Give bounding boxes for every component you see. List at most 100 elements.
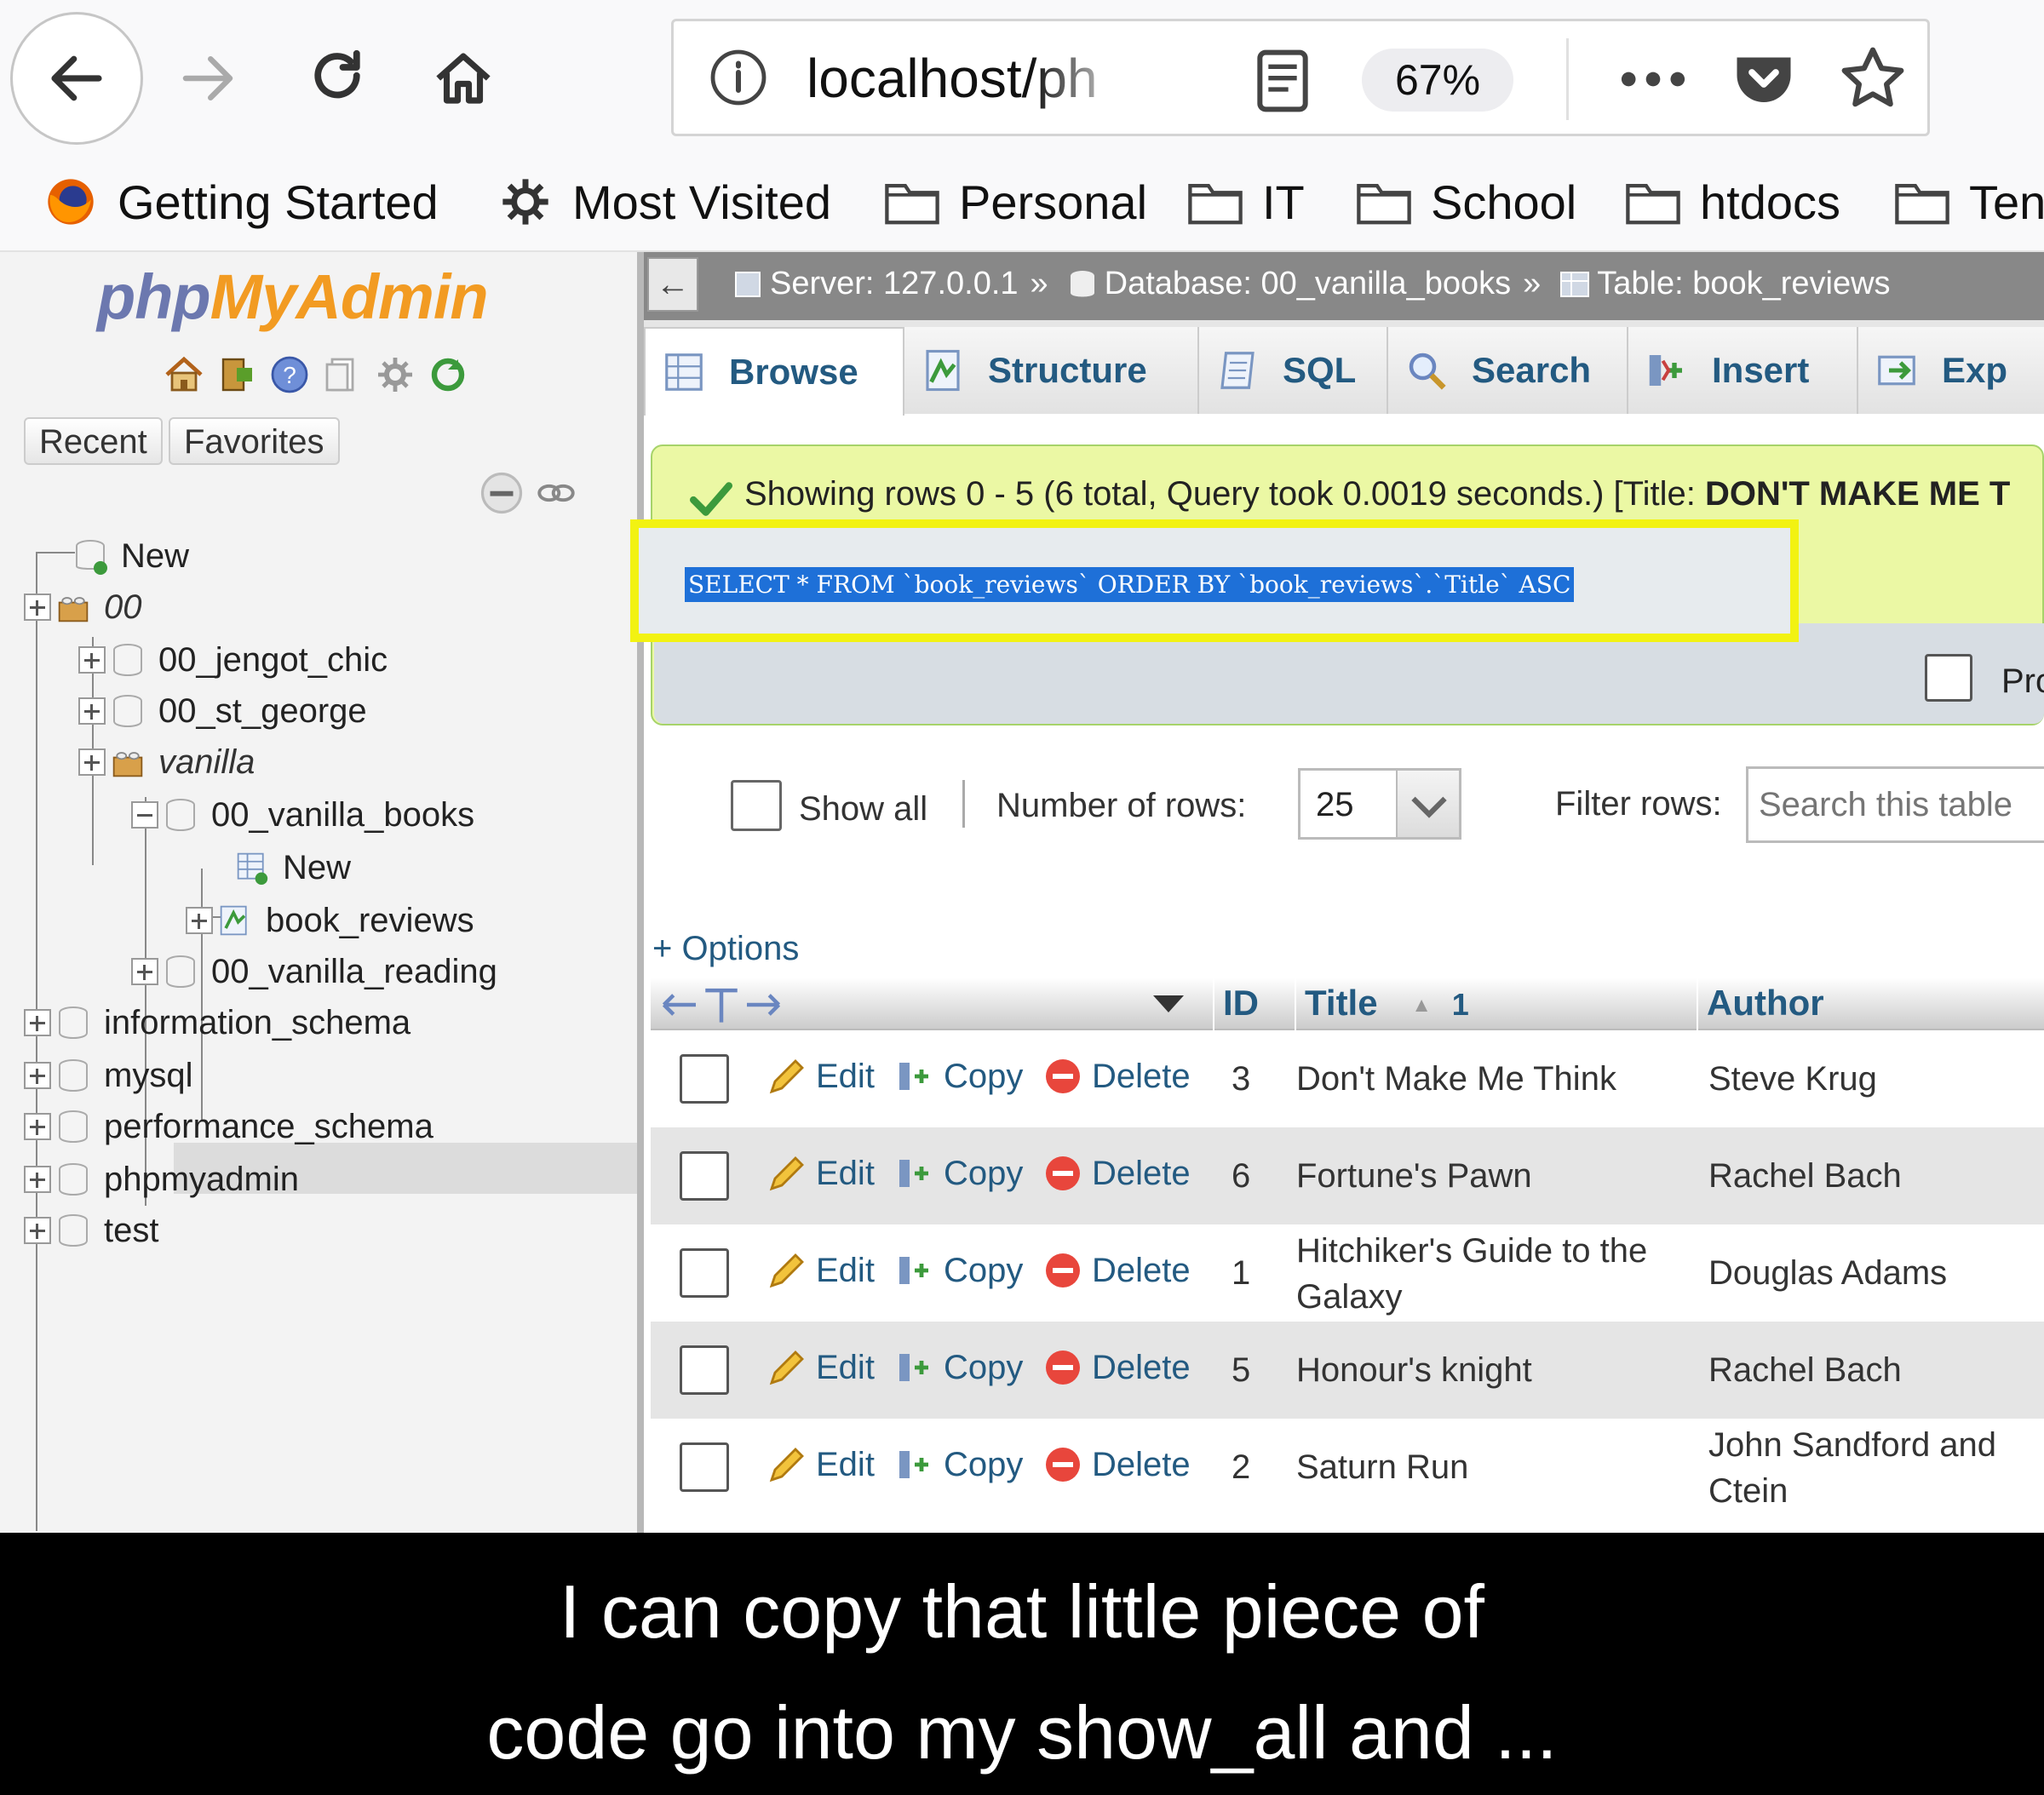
expand-icon[interactable] [186,907,213,934]
breadcrumb-server[interactable]: Server: 127.0.0.1 [770,266,1019,302]
expand-icon[interactable] [24,1113,51,1140]
breadcrumb-table[interactable]: Table: book_reviews [1597,266,1890,302]
reload-button[interactable] [271,12,404,145]
zoom-level-badge[interactable]: 67% [1362,49,1513,112]
bookmark-getting-started[interactable]: Getting Started [41,170,439,233]
column-header-title-label: Title [1305,983,1378,1023]
profiling-checkbox[interactable] [1925,654,1972,702]
delete-link[interactable]: Delete [1042,1153,1191,1194]
copy-link[interactable]: Copy [894,1347,1023,1388]
pocket-icon[interactable] [1728,42,1800,115]
tree-group-vanilla[interactable]: vanilla [78,739,255,785]
link-icon[interactable] [537,477,576,509]
logout-icon[interactable] [216,354,257,395]
column-header-title[interactable]: Title ▲ 1 [1295,978,1695,1030]
docs-icon[interactable] [322,354,363,395]
home-button[interactable] [397,12,530,145]
edit-link[interactable]: Edit [766,1444,875,1485]
reader-view-icon[interactable] [1253,47,1312,115]
tree-db-00-vanilla-reading[interactable]: 00_vanilla_reading [131,949,497,995]
column-options-dropdown-icon[interactable] [1151,993,1186,1015]
copy-link[interactable]: Copy [894,1250,1023,1291]
url-bar[interactable]: localhost/ph 67% [671,19,1930,136]
favorites-tab[interactable]: Favorites [169,417,340,465]
tab-search[interactable]: Search [1388,327,1628,414]
options-link[interactable]: + Options [652,930,799,968]
column-resize-arrows-icon[interactable] [657,984,785,1025]
delete-link[interactable]: Delete [1042,1444,1191,1485]
bookmark-folder-htdocs[interactable]: htdocs [1623,170,1840,233]
sql-query-text[interactable]: SELECT * FROM `book_reviews` ORDER BY `b… [685,567,1575,602]
navigation-resizer[interactable] [637,252,644,1533]
tab-insert[interactable]: Insert [1628,327,1858,414]
breadcrumb-database[interactable]: Database: 00_vanilla_books [1105,266,1511,302]
dropdown-button[interactable] [1396,771,1459,837]
delete-link[interactable]: Delete [1042,1056,1191,1097]
help-icon[interactable]: ? [269,354,310,395]
tab-export[interactable]: Exp [1858,327,2044,414]
tab-browse[interactable]: Browse [644,327,904,416]
tree-db-00-st-george[interactable]: 00_st_george [78,688,367,734]
back-button[interactable] [10,12,143,145]
tree-db-phpmyadmin[interactable]: phpmyadmin [24,1156,299,1202]
row-checkbox[interactable] [680,1345,729,1395]
expand-icon[interactable] [24,1009,51,1036]
recent-tab[interactable]: Recent [24,417,163,465]
home-icon[interactable] [164,354,204,395]
row-checkbox[interactable] [680,1054,729,1104]
copy-link[interactable]: Copy [894,1056,1023,1097]
tab-structure[interactable]: Structure [904,327,1199,414]
forward-button[interactable] [141,12,274,145]
column-header-author[interactable]: Author [1697,978,2044,1030]
phpmyadmin-logo[interactable]: phpMyAdmin [97,261,489,333]
row-checkbox[interactable] [680,1248,729,1298]
collapse-icon[interactable] [131,801,158,829]
show-all-checkbox[interactable] [731,780,782,831]
bookmark-folder-ten[interactable]: Ten [1892,170,2044,233]
expand-icon[interactable] [78,646,106,674]
delete-link[interactable]: Delete [1042,1250,1191,1291]
copy-link[interactable]: Copy [894,1153,1023,1194]
bookmark-folder-personal[interactable]: Personal [882,170,1147,233]
expand-icon[interactable] [24,594,51,621]
expand-icon[interactable] [131,958,158,985]
expand-icon[interactable] [78,748,106,776]
expand-icon[interactable] [24,1217,51,1244]
info-icon[interactable] [708,47,769,108]
expand-icon[interactable] [78,697,106,725]
tree-db-test[interactable]: test [24,1207,158,1253]
tree-table-book-reviews[interactable]: book_reviews [186,898,474,943]
filter-rows-input[interactable] [1746,766,2044,843]
more-actions-icon[interactable] [1612,45,1694,113]
tab-sql[interactable]: SQL [1199,327,1388,414]
tree-db-00-jengot-chic[interactable]: 00_jengot_chic [78,637,388,683]
delete-link[interactable]: Delete [1042,1347,1191,1388]
expand-icon[interactable] [24,1166,51,1193]
tree-db-performance-schema[interactable]: performance_schema [24,1104,433,1150]
row-checkbox[interactable] [680,1151,729,1201]
tree-node-new-table[interactable]: New [235,845,351,891]
copy-link[interactable]: Copy [894,1444,1023,1485]
tree-node-new[interactable]: New [73,533,189,579]
reload-icon[interactable] [428,354,468,395]
edit-link[interactable]: Edit [766,1056,875,1097]
bookmark-folder-it[interactable]: IT [1186,170,1305,233]
row-checkbox[interactable] [680,1442,729,1492]
edit-link[interactable]: Edit [766,1153,875,1194]
tree-db-mysql[interactable]: mysql [24,1052,192,1098]
column-header-id[interactable]: ID [1213,978,1293,1030]
settings-gear-icon[interactable] [375,354,416,395]
edit-link[interactable]: Edit [766,1250,875,1291]
tree-db-information-schema[interactable]: information_schema [24,1000,411,1046]
copy-label: Copy [944,1154,1024,1192]
tree-group-00[interactable]: 00 [24,584,142,630]
delete-label: Delete [1092,1348,1191,1386]
bookmark-folder-school[interactable]: School [1354,170,1576,233]
bookmark-most-visited[interactable]: Most Visited [496,170,831,233]
expand-icon[interactable] [24,1062,51,1089]
edit-link[interactable]: Edit [766,1347,875,1388]
tree-db-00-vanilla-books[interactable]: 00_vanilla_books [131,792,474,838]
collapse-nav-button[interactable]: ← [647,257,698,312]
bookmark-star-icon[interactable] [1837,40,1909,117]
number-of-rows-select[interactable]: 25 [1298,768,1461,840]
